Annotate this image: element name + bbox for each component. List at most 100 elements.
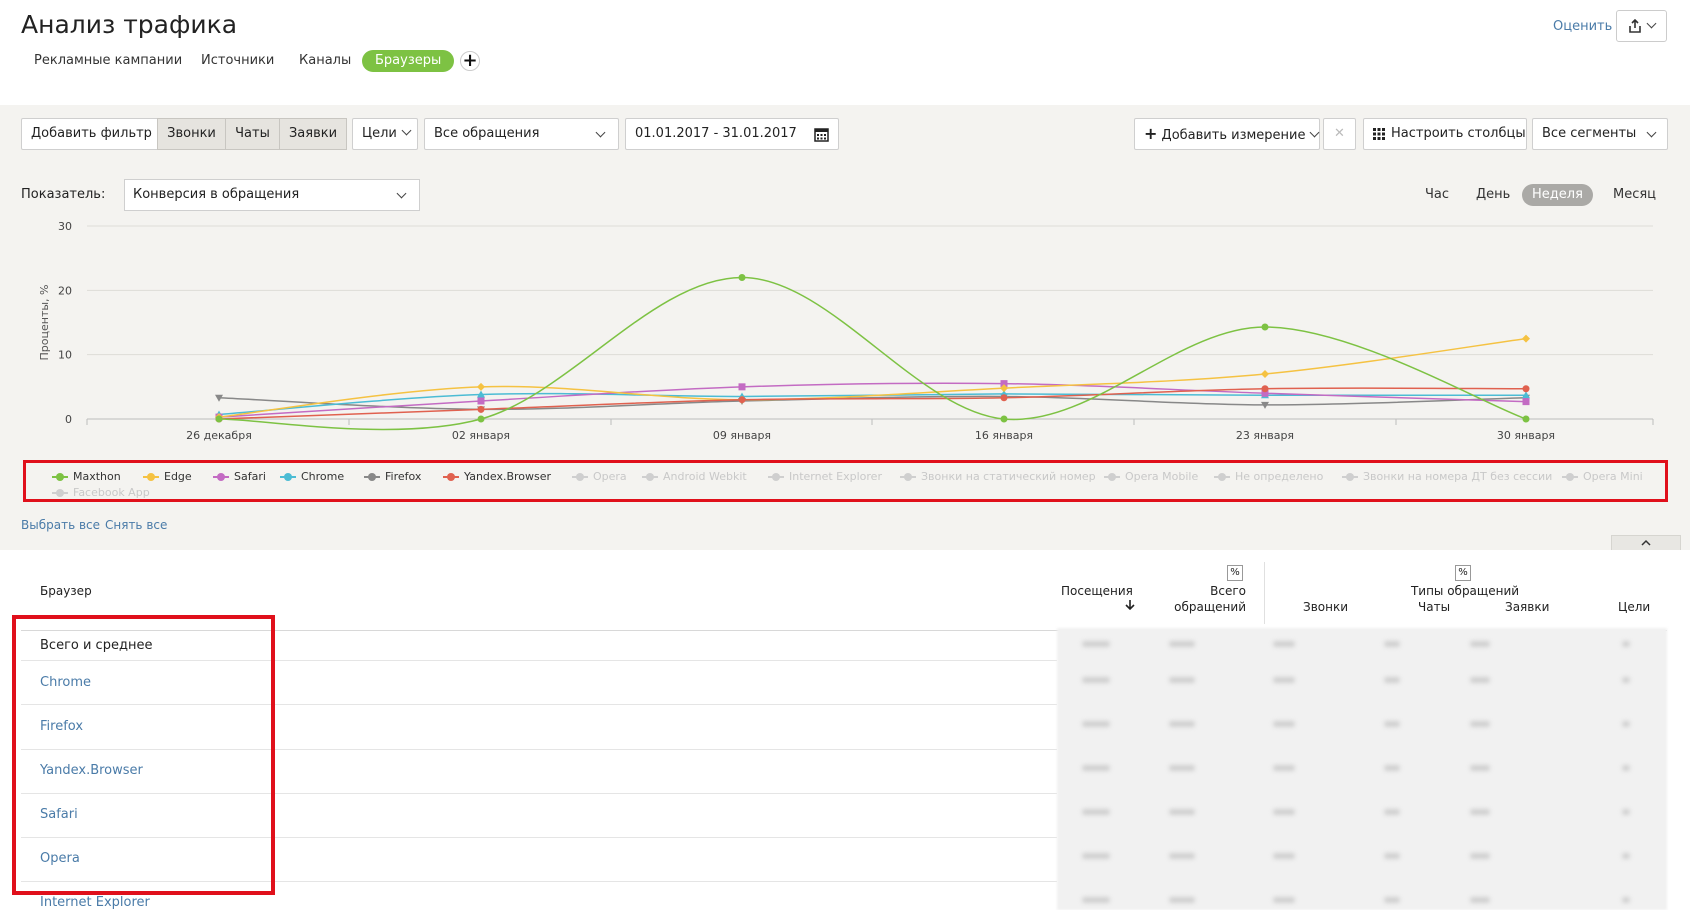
data-point (1261, 323, 1269, 331)
goals-label: Цели (362, 126, 397, 141)
chart-legend: Maxthon Edge Safari Chrome Firefox Yandex.Bro… (52, 469, 1652, 505)
legend-marker-icon (443, 472, 459, 482)
calls-toggle[interactable]: Звонки (157, 118, 226, 150)
period-month[interactable]: Месяц (1603, 184, 1666, 206)
appeals-label: Все обращения (434, 126, 540, 141)
tab-sources[interactable]: Источники (201, 50, 274, 72)
total-column-header-2[interactable]: обращений (1160, 600, 1246, 615)
blurred-value (1169, 809, 1195, 815)
legend-label: Maxthon (73, 470, 121, 483)
legend-item[interactable]: Edge (143, 469, 192, 485)
export-button[interactable] (1616, 10, 1667, 42)
calls-column-header[interactable]: Звонки (1303, 600, 1348, 615)
legend-item[interactable]: Не определено (1214, 469, 1323, 485)
legend-item[interactable]: Maxthon (52, 469, 121, 485)
legend-marker-icon (1342, 472, 1358, 482)
plus-icon[interactable]: + (460, 51, 480, 71)
legend-label: Opera (593, 470, 627, 483)
blurred-value (1470, 677, 1490, 683)
blurred-value (1622, 677, 1630, 683)
legend-item[interactable]: Firefox (364, 469, 421, 485)
blurred-value (1082, 721, 1110, 727)
blurred-value (1273, 765, 1295, 771)
legend-item[interactable]: Facebook App (52, 485, 150, 501)
select-all-link[interactable]: Выбрать все (21, 518, 100, 532)
x-tick-label: 23 января (1236, 429, 1294, 442)
blurred-value (1470, 641, 1490, 647)
legend-label: Internet Explorer (789, 470, 882, 483)
visits-column-header[interactable]: Посещения (1061, 584, 1133, 599)
period-hour[interactable]: Час (1415, 184, 1459, 206)
legend-item[interactable]: Звонки на статический номер (900, 469, 1096, 485)
legend-item[interactable]: Internet Explorer (768, 469, 882, 485)
blurred-value (1273, 809, 1295, 815)
blurred-value (1169, 897, 1195, 903)
configure-columns-label: Настроить столбцы (1391, 126, 1526, 141)
legend-label: Opera Mini (1583, 470, 1643, 483)
segments-dropdown[interactable]: Все сегменты (1532, 118, 1668, 150)
page-title: Анализ трафика (21, 10, 238, 39)
chevron-down-icon (595, 127, 606, 138)
series-line (218, 276, 1527, 431)
configure-columns-button[interactable]: Настроить столбцы (1363, 118, 1527, 150)
data-point (1261, 385, 1269, 393)
legend-marker-icon (1104, 472, 1120, 482)
x-tick-label: 30 января (1497, 429, 1555, 442)
add-filter-button[interactable]: Добавить фильтр (21, 118, 162, 150)
legend-item[interactable]: Yandex.Browser (443, 469, 551, 485)
appeals-dropdown[interactable]: Все обращения (424, 118, 619, 150)
data-point (215, 415, 223, 423)
legend-item[interactable]: Chrome (280, 469, 344, 485)
rate-link[interactable]: Оценить (1553, 19, 1612, 34)
collapse-chart-button[interactable] (1611, 535, 1681, 550)
browser-column-header[interactable]: Браузер (40, 584, 92, 599)
chats-column-header[interactable]: Чаты (1418, 600, 1450, 615)
columns-icon (1373, 127, 1385, 140)
blurred-value (1082, 897, 1110, 903)
legend-label: Firefox (385, 470, 422, 483)
chats-toggle[interactable]: Чаты (225, 118, 280, 150)
x-tick-label: 16 января (975, 429, 1033, 442)
blurred-value (1082, 765, 1110, 771)
goals-dropdown[interactable]: Цели (352, 118, 418, 150)
indicator-dropdown[interactable]: Конверсия в обращения (124, 179, 420, 211)
y-tick-label: 20 (58, 284, 72, 297)
legend-item[interactable]: Opera (572, 469, 627, 485)
add-dimension-button[interactable]: + Добавить измерение (1134, 118, 1320, 150)
table-row[interactable]: Internet Explorer (40, 895, 150, 910)
calendar-icon[interactable] (814, 127, 829, 142)
tab-browsers[interactable]: Браузеры (362, 50, 455, 72)
requests-toggle[interactable]: Заявки (279, 118, 347, 150)
percent-toggle-types[interactable]: % (1455, 565, 1471, 581)
blurred-value (1622, 641, 1630, 647)
blurred-value (1169, 677, 1195, 683)
tab-channels[interactable]: Каналы (299, 50, 351, 72)
blurred-value (1169, 721, 1195, 727)
legend-marker-icon (1562, 472, 1578, 482)
period-day[interactable]: День (1466, 184, 1520, 206)
legend-item[interactable]: Opera Mini (1562, 469, 1643, 485)
tab-campaigns[interactable]: Рекламные кампании (34, 50, 182, 72)
blurred-value (1082, 853, 1110, 859)
legend-item[interactable]: Safari (213, 469, 266, 485)
data-point (477, 415, 485, 423)
period-week[interactable]: Неделя (1522, 184, 1593, 206)
requests-column-header[interactable]: Заявки (1505, 600, 1549, 615)
date-range-picker[interactable]: 01.01.2017 - 31.01.2017 (625, 118, 839, 150)
legend-item[interactable]: Android Webkit (642, 469, 747, 485)
legend-item[interactable]: Opera Mobile (1104, 469, 1198, 485)
legend-item[interactable]: Звонки на номера ДТ без сессии (1342, 469, 1552, 485)
percent-toggle-total[interactable]: % (1227, 565, 1243, 581)
chevron-up-icon (1641, 539, 1651, 546)
data-point (1000, 415, 1008, 423)
legend-label: Edge (164, 470, 192, 483)
data-point (1522, 398, 1530, 406)
legend-label: Facebook App (73, 486, 150, 499)
blurred-value (1082, 809, 1110, 815)
blurred-value (1273, 641, 1295, 647)
legend-label: Yandex.Browser (464, 470, 552, 483)
goals-column-header[interactable]: Цели (1618, 600, 1650, 615)
close-icon[interactable]: ✕ (1323, 118, 1356, 150)
blurred-value (1384, 853, 1400, 859)
deselect-all-link[interactable]: Снять все (105, 518, 167, 532)
